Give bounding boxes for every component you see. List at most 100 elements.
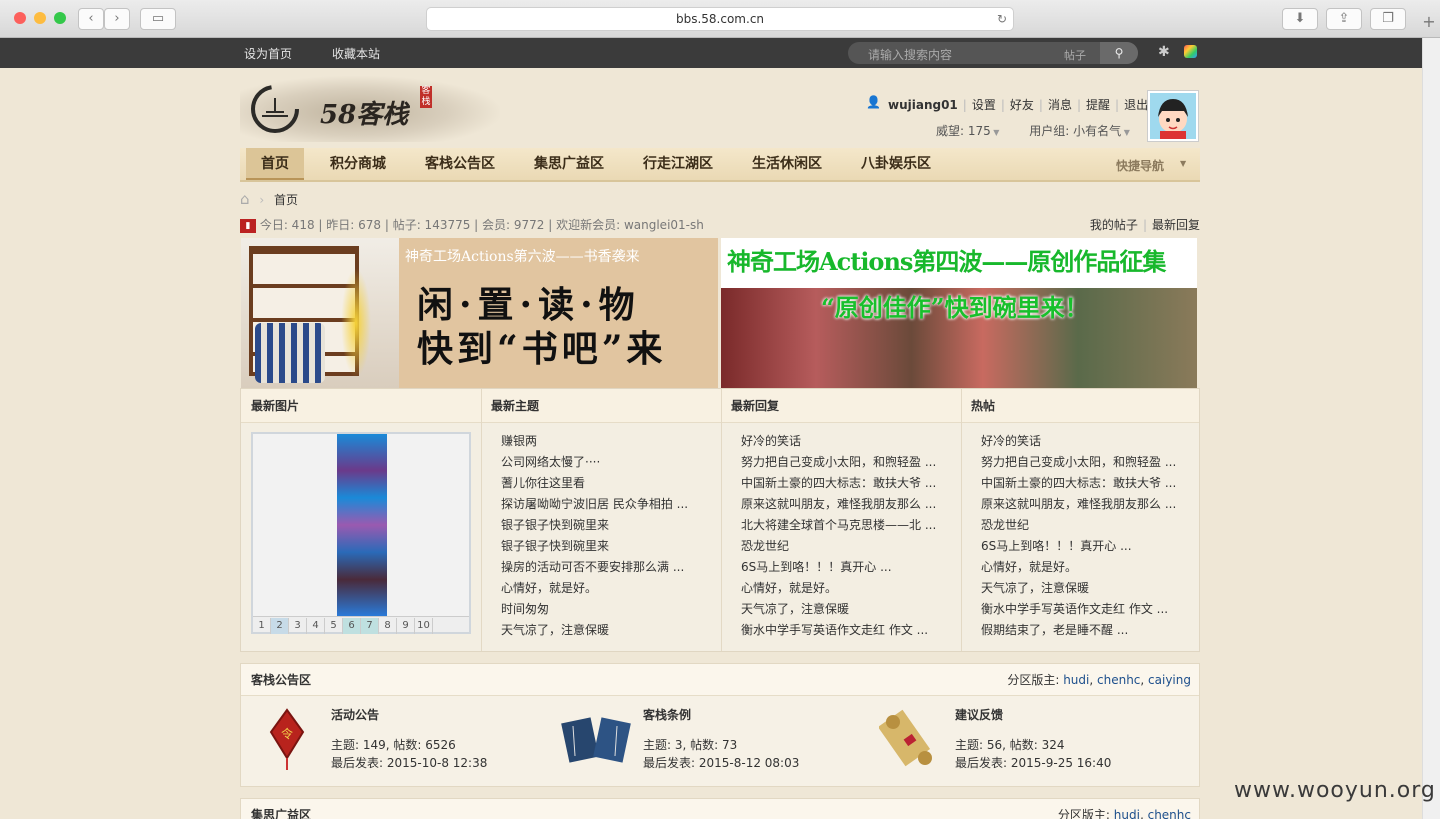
settings-link[interactable]: 设置 [972, 98, 996, 112]
nav-jianghu[interactable]: 行走江湖区 [643, 148, 713, 180]
slide-page-4[interactable]: 4 [307, 618, 325, 634]
moderator-link[interactable]: chenhc [1148, 808, 1191, 819]
moderator-link[interactable]: hudi [1114, 808, 1140, 819]
list-item[interactable]: 6S马上到咯！！！真开心 ... [741, 557, 936, 578]
sparkle-icon[interactable]: ✱ [1158, 44, 1170, 60]
list-item[interactable]: 天气凉了，注意保暖 [981, 578, 1176, 599]
slide-page-9[interactable]: 9 [397, 618, 415, 634]
forum-activity[interactable]: 令 活动公告 主题: 149, 帖数: 6526 最后发表: 2015-10-8… [241, 696, 551, 776]
latest-replies-link[interactable]: 最新回复 [1152, 218, 1200, 232]
list-item[interactable]: 恐龙世纪 [981, 515, 1176, 536]
list-item[interactable]: 中国新土豪的四大标志：敢扶大爷 ... [741, 473, 936, 494]
search-input[interactable]: 请输入搜索内容 [868, 46, 952, 63]
slide-page-8[interactable]: 8 [379, 618, 397, 634]
list-item[interactable]: 努力把自己变成小太阳，和煦轻盈 ... [981, 452, 1176, 473]
bookmark-site-link[interactable]: 收藏本站 [332, 45, 380, 62]
slide-page-6[interactable]: 6 [343, 618, 361, 634]
list-item[interactable]: 6S马上到咯！！！真开心 ... [981, 536, 1176, 557]
slide-page-3[interactable]: 3 [289, 618, 307, 634]
close-window-button[interactable] [14, 12, 26, 24]
list-item[interactable]: 探访屠呦呦宁波旧居 民众争相拍 ... [501, 494, 688, 515]
notifications-link[interactable]: 提醒 [1086, 98, 1110, 112]
download-icon[interactable]: ⬇ [1282, 8, 1318, 30]
search-box[interactable]: 请输入搜索内容 帖子 ⚲ [848, 42, 1138, 64]
forum-last-post[interactable]: 最后发表: 2015-8-12 08:03 [643, 754, 799, 771]
prestige-dropdown[interactable]: 威望: 175 [936, 124, 991, 138]
banner-book-bar[interactable]: 神奇工场Actions第六波——书香袭来 闲·置·读·物 快到“书吧”来 [241, 238, 718, 388]
breadcrumb-home[interactable]: 首页 [274, 193, 298, 207]
moderator-link[interactable]: hudi [1063, 673, 1089, 687]
list-item[interactable]: 天气凉了，注意保暖 [741, 599, 936, 620]
forum-rules[interactable]: 客栈条例 主题: 3, 帖数: 73 最后发表: 2015-8-12 08:03 [553, 696, 863, 776]
nav-ideas[interactable]: 集思广益区 [534, 148, 604, 180]
friends-link[interactable]: 好友 [1010, 98, 1034, 112]
list-item[interactable]: 蓍儿你往这里看 [501, 473, 688, 494]
list-item[interactable]: 天气凉了，注意保暖 [501, 620, 688, 641]
avatar[interactable] [1147, 90, 1199, 142]
my-posts-link[interactable]: 我的帖子 [1090, 218, 1138, 232]
home-icon[interactable]: ⌂ [240, 190, 250, 208]
slide-page-2[interactable]: 2 [271, 618, 289, 634]
list-item[interactable]: 心情好，就是好。 [741, 578, 936, 599]
forum-title[interactable]: 建议反馈 [955, 706, 1003, 723]
forum-last-post[interactable]: 最后发表: 2015-10-8 12:38 [331, 754, 487, 771]
nav-announcements[interactable]: 客栈公告区 [425, 148, 495, 180]
moderator-link[interactable]: caiying [1148, 673, 1191, 687]
list-item[interactable]: 赚银两 [501, 431, 688, 452]
list-item[interactable]: 恐龙世纪 [741, 536, 936, 557]
list-item[interactable]: 好冷的笑话 [741, 431, 936, 452]
sidebar-icon[interactable]: ▭ [140, 8, 176, 30]
list-item[interactable]: 银子银子快到碗里来 [501, 536, 688, 557]
list-item[interactable]: 北大将建全球首个马克思楼——北 ... [741, 515, 936, 536]
set-homepage-link[interactable]: 设为首页 [244, 45, 292, 62]
list-item[interactable]: 心情好，就是好。 [501, 578, 688, 599]
quick-nav-dropdown[interactable]: 快捷导航 [1116, 157, 1164, 174]
tabs-icon[interactable]: ❐ [1370, 8, 1406, 30]
forum-last-post[interactable]: 最后发表: 2015-9-25 16:40 [955, 754, 1111, 771]
list-item[interactable]: 假期结束了，老是睡不醒 ... [981, 620, 1176, 641]
nav-points-mall[interactable]: 积分商城 [330, 148, 386, 180]
zoom-window-button[interactable] [54, 12, 66, 24]
slide-page-10[interactable]: 10 [415, 618, 433, 634]
slide-page-5[interactable]: 5 [325, 618, 343, 634]
list-item[interactable]: 公司网络太慢了···· [501, 452, 688, 473]
logout-link[interactable]: 退出 [1124, 98, 1148, 112]
url-bar[interactable]: bbs.58.com.cn ↻ [426, 7, 1014, 31]
image-slideshow[interactable]: 1 2 3 4 5 6 7 8 9 10 [251, 432, 471, 634]
messages-link[interactable]: 消息 [1048, 98, 1072, 112]
slideshow-image[interactable] [337, 434, 387, 616]
logo[interactable]: 58客栈 客栈 [240, 76, 500, 142]
forum-title[interactable]: 活动公告 [331, 706, 379, 723]
nav-home[interactable]: 首页 [246, 148, 304, 180]
scrollbar[interactable] [1422, 38, 1440, 819]
usergroup-dropdown[interactable]: 用户组: 小有名气 [1029, 124, 1121, 138]
forward-icon[interactable]: › [104, 8, 130, 30]
back-icon[interactable]: ‹ [78, 8, 104, 30]
forum-feedback[interactable]: 建议反馈 主题: 56, 帖数: 324 最后发表: 2015-9-25 16:… [865, 696, 1175, 776]
nav-gossip[interactable]: 八卦娱乐区 [861, 148, 931, 180]
list-item[interactable]: 原来这就叫朋友，难怪我朋友那么 ... [741, 494, 936, 515]
list-item[interactable]: 中国新土豪的四大标志：敢扶大爷 ... [981, 473, 1176, 494]
forum-title[interactable]: 客栈条例 [643, 706, 691, 723]
search-scope-select[interactable]: 帖子 [1064, 47, 1086, 63]
slide-page-7[interactable]: 7 [361, 618, 379, 634]
list-item[interactable]: 时间匆匆 [501, 599, 688, 620]
minimize-window-button[interactable] [34, 12, 46, 24]
list-item[interactable]: 衡水中学手写英语作文走红 作文 ... [741, 620, 936, 641]
list-item[interactable]: 银子银子快到碗里来 [501, 515, 688, 536]
moderator-link[interactable]: chenhc [1097, 673, 1140, 687]
search-icon[interactable]: ⚲ [1100, 42, 1138, 64]
list-item[interactable]: 衡水中学手写英语作文走红 作文 ... [981, 599, 1176, 620]
share-icon[interactable]: ⇪ [1326, 8, 1362, 30]
username-link[interactable]: wujiang01 [888, 98, 958, 112]
section-title[interactable]: 集思广益区 [251, 808, 311, 819]
banner-original-works[interactable]: 神奇工场Actions第四波——原创作品征集 “原创佳作”快到碗里来！ [721, 238, 1197, 388]
list-item[interactable]: 心情好，就是好。 [981, 557, 1176, 578]
slide-page-1[interactable]: 1 [253, 618, 271, 634]
nav-lifestyle[interactable]: 生活休闲区 [752, 148, 822, 180]
list-item[interactable]: 努力把自己变成小太阳，和煦轻盈 ... [741, 452, 936, 473]
new-tab-icon[interactable]: + [1418, 12, 1440, 38]
list-item[interactable]: 好冷的笑话 [981, 431, 1176, 452]
section-title[interactable]: 客栈公告区 [251, 673, 311, 687]
list-item[interactable]: 原来这就叫朋友，难怪我朋友那么 ... [981, 494, 1176, 515]
